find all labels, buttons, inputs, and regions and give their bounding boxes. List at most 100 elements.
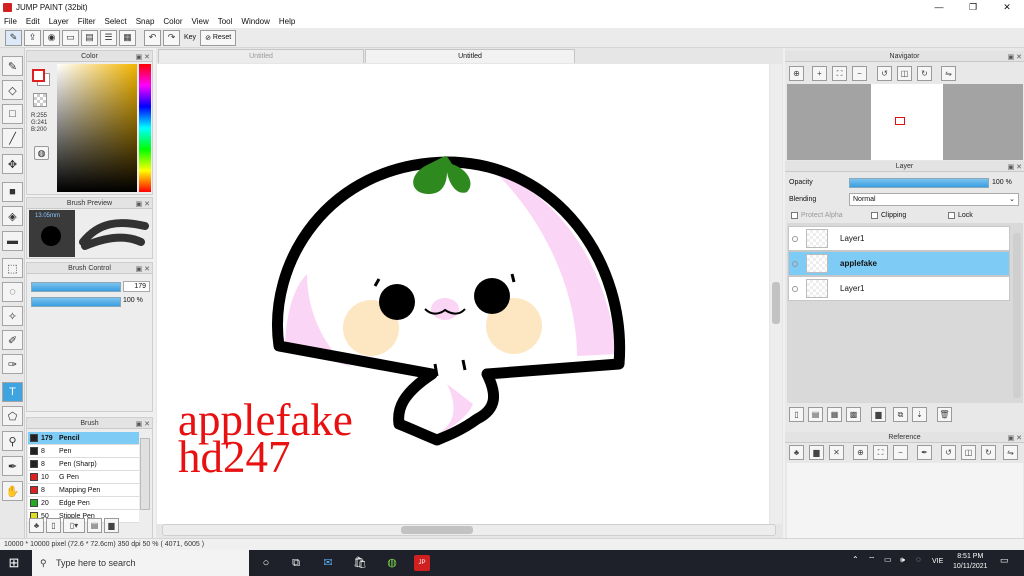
new-brush-icon[interactable]: ▯ <box>46 518 61 533</box>
tab-untitled-1[interactable]: Untitled <box>158 49 364 63</box>
layer-row[interactable]: Layer1 <box>788 226 1010 251</box>
bucket-tool-icon[interactable]: ◈ <box>2 206 23 226</box>
zoom-out-icon[interactable]: − <box>852 66 867 81</box>
reset-rotate-icon[interactable]: ◫ <box>897 66 912 81</box>
menu-help[interactable]: Help <box>279 17 295 26</box>
move-tool-icon[interactable]: ✥ <box>2 154 23 174</box>
panel-close-icon[interactable]: ▣ ✕ <box>1008 433 1022 444</box>
clipping-checkbox[interactable]: Clipping <box>871 212 906 219</box>
navigator-preview[interactable] <box>787 84 1023 160</box>
hand-tool-icon[interactable]: ✋ <box>2 481 23 501</box>
brush-item[interactable]: 10 G Pen <box>28 471 139 484</box>
volume-icon[interactable]: 🕪 <box>900 555 905 565</box>
mail-icon[interactable]: ✉ <box>320 555 336 571</box>
panel-close-icon[interactable]: ▣ ✕ <box>1008 162 1022 173</box>
lasso-tool-icon[interactable]: ◌ <box>2 282 23 302</box>
rotate-left-icon[interactable]: ↺ <box>877 66 892 81</box>
menu-select[interactable]: Select <box>104 17 126 26</box>
message-icon[interactable]: ▭ <box>62 29 79 46</box>
merge-layer-icon[interactable]: ⇣ <box>912 407 927 422</box>
reference-zoom-icon[interactable]: ⊕ <box>853 445 868 460</box>
vertical-scroll-thumb[interactable] <box>772 282 780 324</box>
brush-item[interactable]: 8 Mapping Pen <box>28 484 139 497</box>
undo-icon[interactable]: ↶ <box>144 29 161 46</box>
grid-icon[interactable]: ▦ <box>119 29 136 46</box>
layer-row[interactable]: applefake <box>788 251 1010 276</box>
brush-mode-icon[interactable]: ✎ <box>5 29 22 46</box>
browser-icon[interactable]: ◍ <box>384 555 400 571</box>
lock-checkbox[interactable]: Lock <box>948 212 973 219</box>
new-layer-icon[interactable]: ▯ <box>789 407 804 422</box>
select-rect-icon[interactable]: ⬚ <box>2 258 23 278</box>
new-layer-1bit-icon[interactable]: ▦ <box>827 407 842 422</box>
menu-file[interactable]: File <box>4 17 17 26</box>
line-tool-icon[interactable]: ╱ <box>2 128 23 148</box>
clock[interactable]: 8:51 PM 10/11/2021 <box>953 552 988 572</box>
menu-view[interactable]: View <box>192 17 209 26</box>
palette-icon[interactable]: ◍ <box>34 146 49 160</box>
document-icon[interactable]: ▤ <box>81 29 98 46</box>
reference-fit-icon[interactable]: ⛶ <box>873 445 888 460</box>
brush-tool-icon[interactable]: ✎ <box>2 56 23 76</box>
visibility-icon[interactable] <box>792 235 798 242</box>
language-indicator[interactable]: VIE <box>932 558 943 565</box>
brush-opacity-slider[interactable] <box>31 297 121 307</box>
network-icon[interactable]: ⌔ <box>868 555 876 565</box>
halftone-layer-icon[interactable]: ▩ <box>846 407 861 422</box>
brush-folder-icon[interactable]: ▆ <box>104 518 119 533</box>
text-tool-icon[interactable]: T <box>2 382 23 402</box>
menu-color[interactable]: Color <box>163 17 182 26</box>
brush-item[interactable]: 179 Pencil <box>28 432 139 445</box>
navigator-view-rect[interactable] <box>895 117 905 125</box>
layer-row[interactable]: Layer1 <box>788 276 1010 301</box>
reference-open-icon[interactable]: ▆ <box>809 445 824 460</box>
windows-start-icon[interactable]: ⊞ <box>6 555 22 571</box>
panel-close-icon[interactable]: ▣ ✕ <box>136 419 150 430</box>
brush-settings-icon[interactable]: ♣ <box>29 518 44 533</box>
select-pen-icon[interactable]: ✐ <box>2 330 23 350</box>
reference-close-icon[interactable]: ✕ <box>829 445 844 460</box>
rectangle-tool-icon[interactable]: □ <box>2 104 23 124</box>
magic-wand-icon[interactable]: ✧ <box>2 306 23 326</box>
reference-reset-icon[interactable]: ◫ <box>961 445 976 460</box>
taskbar-search[interactable]: ⚲ Type here to search <box>32 550 249 576</box>
menu-tool[interactable]: Tool <box>218 17 233 26</box>
zoom-in-icon[interactable]: + <box>812 66 827 81</box>
gradient-tool-icon[interactable]: ▬ <box>2 231 23 251</box>
zoom-icon[interactable]: ⊕ <box>789 66 804 81</box>
tray-chevron-icon[interactable]: ⌃ <box>852 555 859 564</box>
reference-flip-icon[interactable]: ⇋ <box>1003 445 1018 460</box>
brush-item[interactable]: 8 Pen (Sharp) <box>28 458 139 471</box>
duplicate-layer-icon[interactable]: ⧉ <box>893 407 908 422</box>
menu-edit[interactable]: Edit <box>26 17 40 26</box>
cortana-icon[interactable]: ○ <box>258 555 274 571</box>
canvas-horizontal-scrollbar[interactable] <box>162 524 776 536</box>
menu-layer[interactable]: Layer <box>49 17 69 26</box>
brush-size-slider[interactable] <box>31 282 121 292</box>
brush-item[interactable]: 8 Pen <box>28 445 139 458</box>
reference-area[interactable] <box>787 463 1023 538</box>
maximize-button[interactable]: ❐ <box>956 0 990 14</box>
reference-zoom-out-icon[interactable]: − <box>893 445 908 460</box>
transparent-swatch[interactable] <box>33 93 47 107</box>
canvas-vertical-scrollbar[interactable] <box>770 64 782 524</box>
notification-icon[interactable]: ▭ <box>1000 555 1009 566</box>
reference-dropper-icon[interactable]: ✒ <box>917 445 932 460</box>
menu-filter[interactable]: Filter <box>78 17 96 26</box>
comment-icon[interactable]: ◉ <box>43 29 60 46</box>
brush-item[interactable]: 20 Edge Pen <box>28 497 139 510</box>
saturation-value-picker[interactable] <box>57 64 137 192</box>
store-icon[interactable]: 🛍 <box>352 555 368 571</box>
layer-list-scrollbar[interactable] <box>1013 233 1021 398</box>
reset-button[interactable]: ⊘ Reset <box>200 29 237 46</box>
horizontal-scroll-thumb[interactable] <box>401 526 473 534</box>
menu-snap[interactable]: Snap <box>136 17 155 26</box>
brush-size-value[interactable]: 179 <box>123 281 150 292</box>
list-icon[interactable]: ☰ <box>100 29 117 46</box>
battery-icon[interactable]: ▭ <box>884 555 892 564</box>
layer-folder-icon[interactable]: ▆ <box>871 407 886 422</box>
shape-tool-icon[interactable]: ⬠ <box>2 406 23 426</box>
reference-settings-icon[interactable]: ♣ <box>789 445 804 460</box>
blending-select[interactable]: Normal ⌄ <box>849 193 1019 206</box>
jump-paint-taskbar-icon[interactable]: JP <box>414 555 430 571</box>
